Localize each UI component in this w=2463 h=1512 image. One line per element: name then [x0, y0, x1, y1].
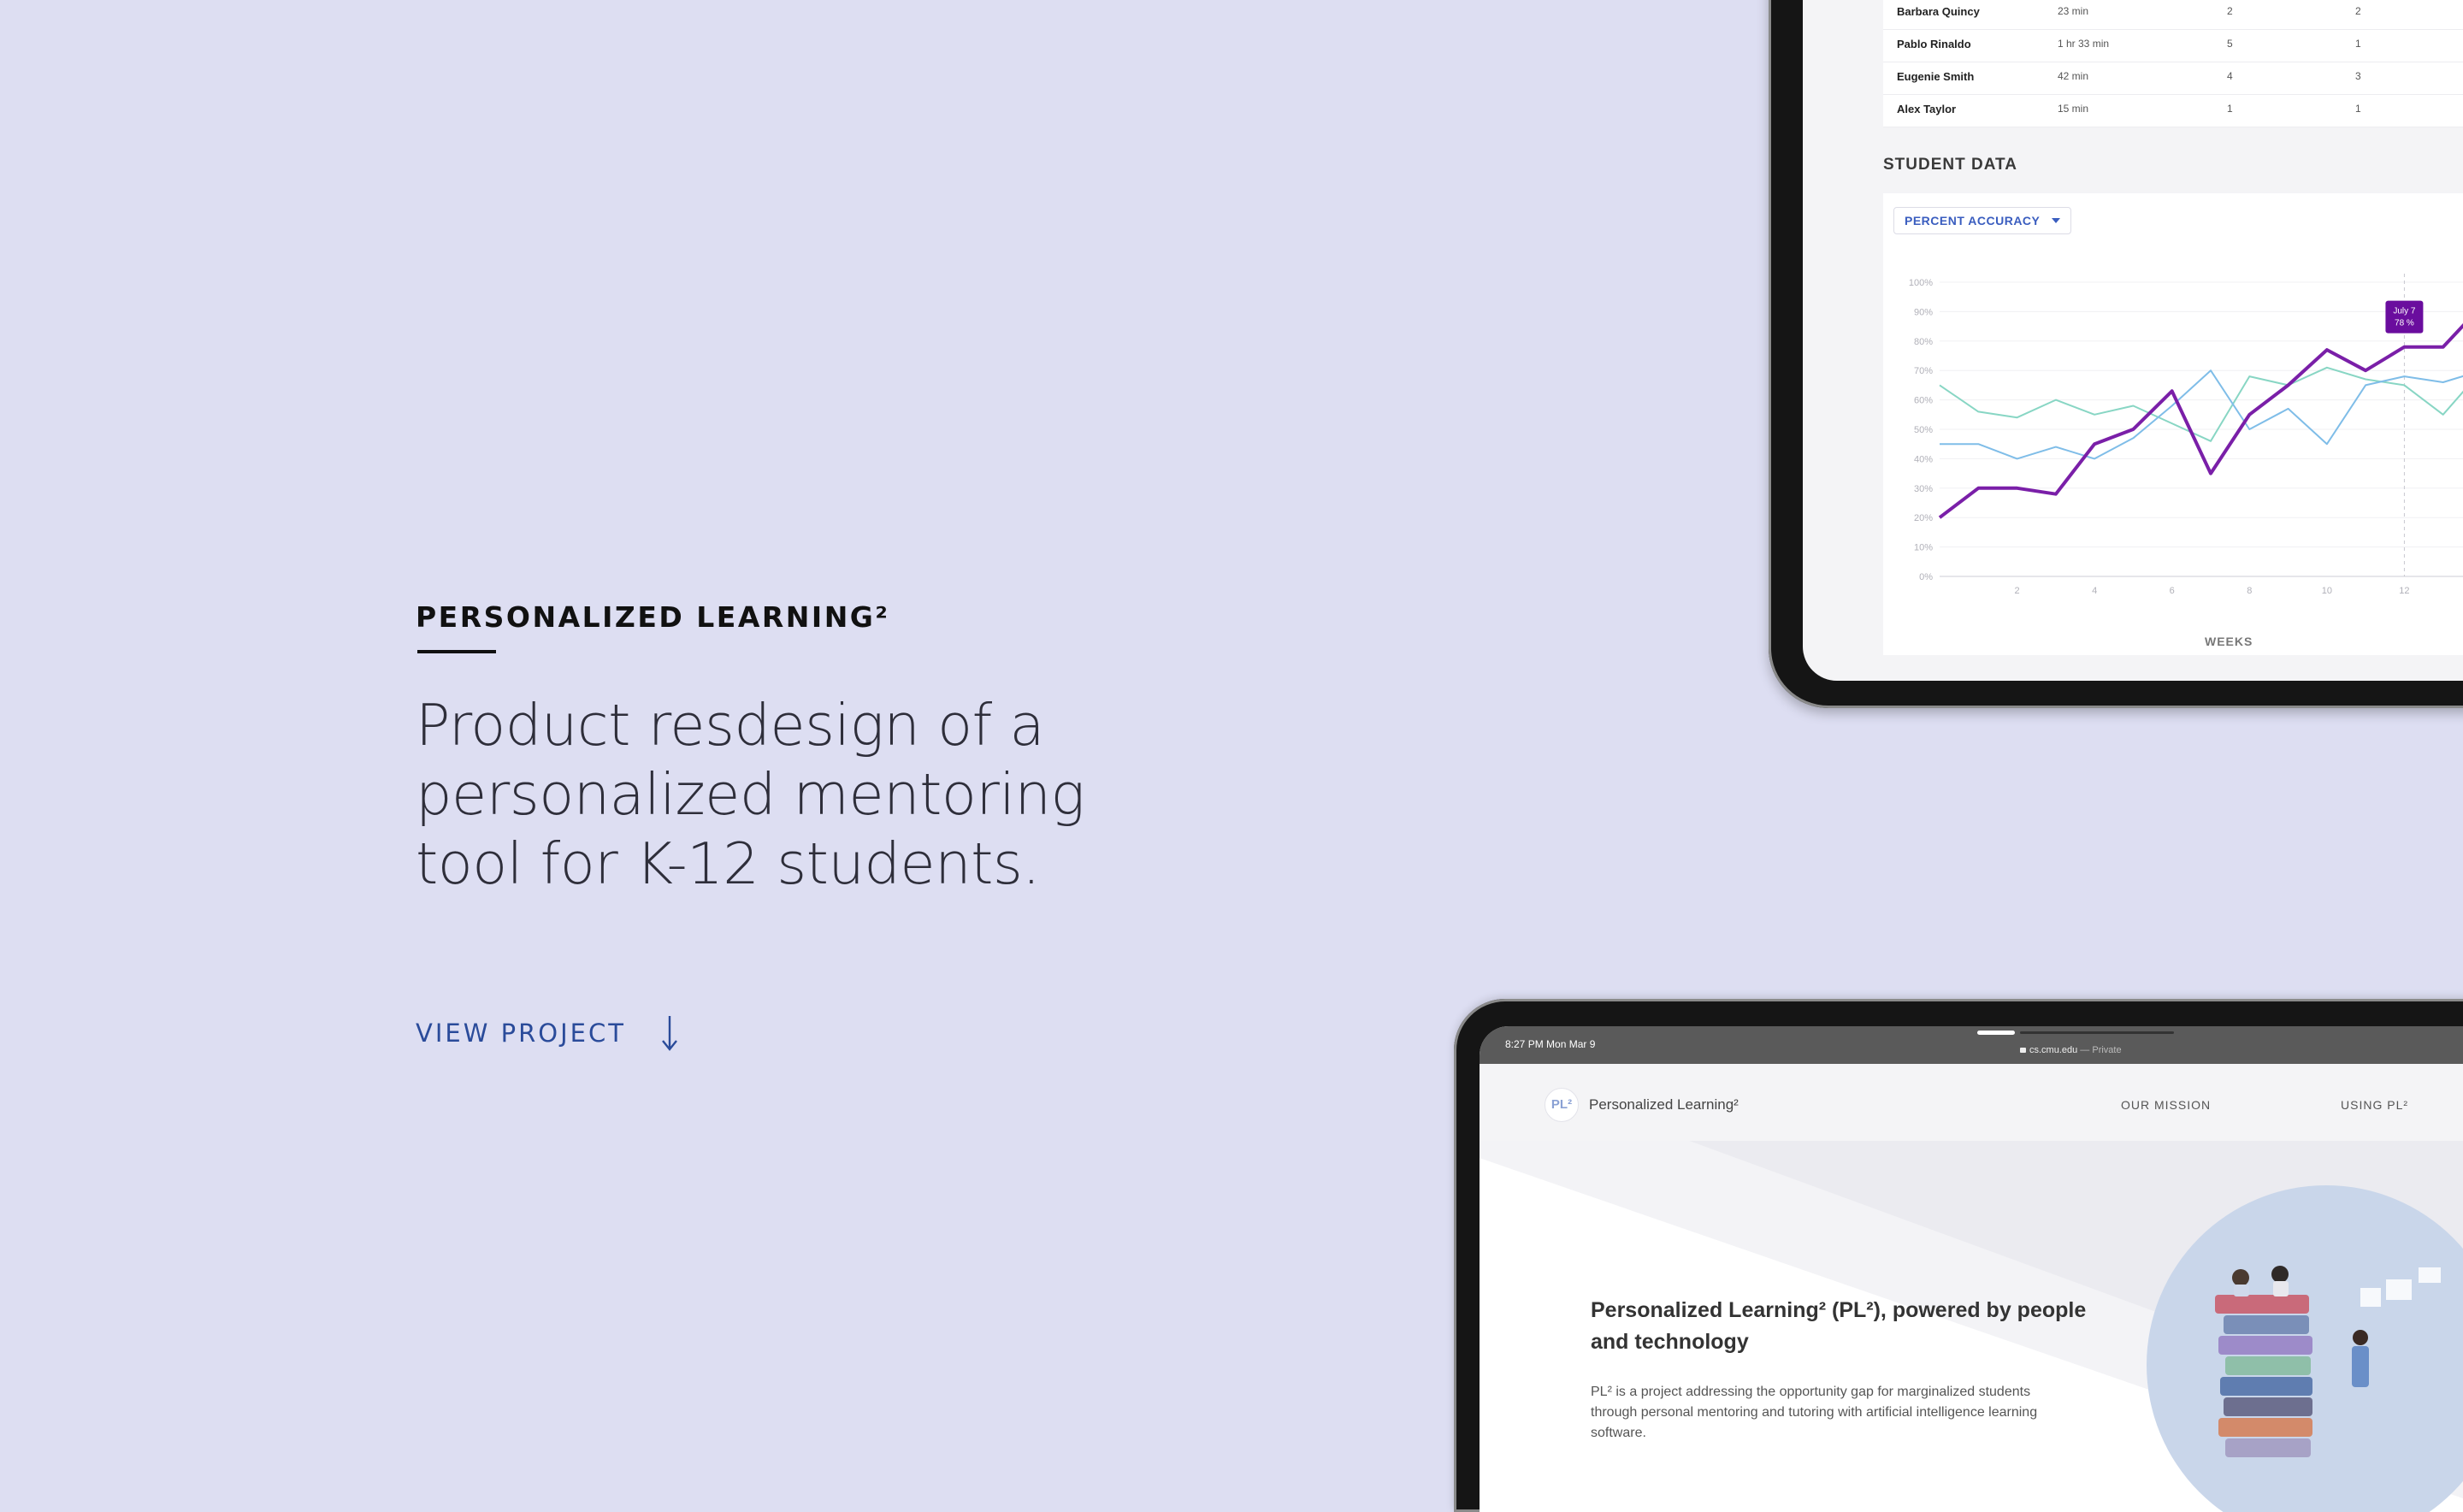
- value-cell-1: 1: [2227, 103, 2233, 115]
- table-row[interactable]: Barbara Quincy 23 min 2 2: [1883, 0, 2463, 30]
- student-data-title: STUDENT DATA: [1883, 156, 2017, 174]
- nav-our-mission[interactable]: OUR MISSION: [2121, 1098, 2211, 1112]
- student-name-cell: Pablo Rinaldo: [1897, 38, 1971, 50]
- time-cell: 23 min: [2058, 5, 2089, 17]
- x-axis-title: WEEKS: [2205, 635, 2253, 648]
- y-tick-label: 10%: [1914, 543, 1933, 553]
- tab-indicator: [2020, 1031, 2174, 1034]
- website-headline: Personalized Learning² (PL²), powered by…: [1591, 1298, 2087, 1354]
- x-tick-label: 4: [2092, 586, 2097, 596]
- x-tick-label: 10: [2322, 586, 2332, 596]
- view-project-link[interactable]: VIEW PROJECT: [416, 1014, 679, 1052]
- time-cell: 1 hr 33 min: [2058, 38, 2110, 50]
- table-row[interactable]: Pablo Rinaldo 1 hr 33 min 5 1: [1883, 29, 2463, 62]
- x-tick-label: 6: [2170, 586, 2175, 596]
- arrow-down-icon: [661, 1016, 677, 1051]
- metric-dropdown[interactable]: PERCENT ACCURACY: [1893, 207, 2072, 234]
- student-name-cell: Alex Taylor: [1897, 103, 1957, 115]
- y-tick-label: 80%: [1914, 337, 1933, 347]
- table-row[interactable]: Eugenie Smith 42 min 4 3: [1883, 62, 2463, 95]
- tooltip-value: 78 %: [2395, 319, 2414, 328]
- y-tick-label: 0%: [1919, 572, 1933, 582]
- student-name-cell: Eugenie Smith: [1897, 70, 1975, 83]
- value-cell-1: 5: [2227, 38, 2233, 50]
- site-brand-name[interactable]: Personalized Learning²: [1589, 1096, 1739, 1113]
- accuracy-line-chart: 0% 10% 20% 30% 40% 50% 60% 70% 80% 90% 100% 2 4 6 8 10 1…: [1909, 274, 2463, 596]
- value-cell-2: 1: [2355, 103, 2361, 115]
- caret-down-icon: [2052, 218, 2061, 223]
- tablet-website-mockup: 8:27 PM Mon Mar 9 cs.cmu.edu — Private P…: [1454, 999, 2463, 1512]
- status-time: 8:27 PM Mon Mar 9: [1505, 1038, 1596, 1050]
- table-row[interactable]: Alex Taylor 15 min 1 1: [1883, 94, 2463, 127]
- eyebrow-underline: [417, 650, 496, 653]
- series-line: [1938, 322, 2463, 519]
- x-tick-label: 8: [2247, 586, 2252, 596]
- x-tick-label: 12: [2399, 586, 2409, 596]
- y-tick-label: 50%: [1914, 425, 1933, 435]
- project-eyebrow: PERSONALIZED LEARNING²: [416, 600, 890, 634]
- view-project-label: VIEW PROJECT: [416, 1019, 626, 1048]
- y-tick-label: 20%: [1914, 513, 1933, 523]
- y-tick-label: 70%: [1914, 366, 1933, 376]
- value-cell-2: 3: [2355, 70, 2361, 82]
- student-table: Barbara Quincy 23 min 2 2 Pablo Rinaldo 1 hr …: [1883, 0, 2463, 127]
- address-bar[interactable]: cs.cmu.edu — Private: [2020, 1045, 2122, 1055]
- y-tick-label: 90%: [1914, 307, 1933, 317]
- website-content: PL² Personalized Learning² OUR MISSION U…: [1480, 1064, 2463, 1512]
- value-cell-1: 4: [2227, 70, 2233, 82]
- lock-icon: [2020, 1048, 2026, 1053]
- private-label: — Private: [2077, 1045, 2122, 1055]
- project-headline: Product resdesign of a personalized ment…: [416, 692, 1085, 897]
- website-nav: PL² Personalized Learning² OUR MISSION U…: [1480, 1064, 2463, 1141]
- time-cell: 42 min: [2058, 70, 2089, 82]
- website-screen: 8:27 PM Mon Mar 9 cs.cmu.edu — Private P…: [1480, 1026, 2463, 1512]
- y-tick-label: 30%: [1914, 484, 1933, 494]
- y-tick-label: 100%: [1909, 278, 1933, 288]
- series-line: [1940, 369, 2463, 460]
- browser-status-bar: 8:27 PM Mon Mar 9 cs.cmu.edu — Private: [1480, 1026, 2463, 1064]
- y-tick-label: 40%: [1914, 454, 1933, 464]
- time-cell: 15 min: [2058, 103, 2089, 115]
- url-text: cs.cmu.edu: [2029, 1045, 2078, 1055]
- metric-dropdown-label: PERCENT ACCURACY: [1905, 214, 2041, 227]
- value-cell-1: 2: [2227, 5, 2233, 17]
- value-cell-2: 2: [2355, 5, 2361, 17]
- x-tick-label: 2: [2015, 586, 2020, 596]
- tablet-dashboard-mockup: Barbara Quincy 23 min 2 2 Pablo Rinaldo 1 hr …: [1769, 0, 2463, 708]
- dashboard-screen: Barbara Quincy 23 min 2 2 Pablo Rinaldo 1 hr …: [1803, 0, 2463, 681]
- pl2-logo[interactable]: PL²: [1545, 1088, 1579, 1122]
- y-tick-label: 60%: [1914, 396, 1933, 406]
- nav-using-pl2[interactable]: USING PL²: [2341, 1098, 2408, 1112]
- tooltip-date: July 7: [2393, 307, 2416, 316]
- value-cell-2: 1: [2355, 38, 2361, 50]
- student-name-cell: Barbara Quincy: [1897, 5, 1980, 18]
- website-intro: PL² is a project addressing the opportun…: [1591, 1385, 2038, 1440]
- multitask-handle[interactable]: [1977, 1031, 2015, 1035]
- tooltip-box: [2385, 300, 2424, 334]
- student-data-chart-card: 0% 10% 20% 30% 40% 50% 60% 70% 80% 90% 100% 2 4 6 8 10 1…: [1883, 193, 2463, 655]
